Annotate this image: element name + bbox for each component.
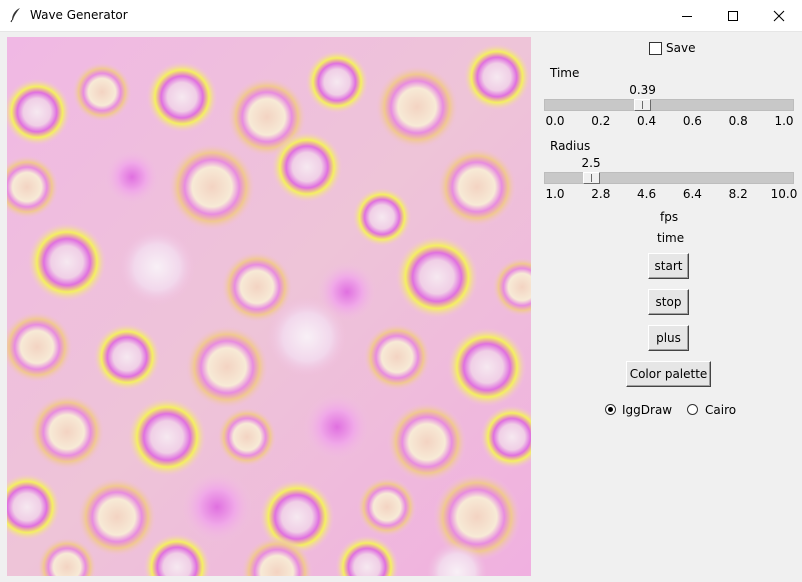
- wave-ring: [217, 407, 277, 467]
- time-readout-label: time: [657, 231, 685, 245]
- radius-value: 2.5: [581, 156, 601, 170]
- wave-ring: [27, 222, 107, 302]
- wave-ring: [375, 65, 459, 149]
- feather-icon: [9, 7, 23, 23]
- wave-ring: [29, 394, 105, 470]
- time-tick-label: 0.4: [637, 114, 657, 128]
- radio-iggdraw[interactable]: [605, 404, 616, 415]
- wave-ring: [185, 325, 269, 409]
- wave-ring: [437, 147, 517, 227]
- wave-canvas[interactable]: [7, 37, 531, 576]
- radio-cairo-label: Cairo: [705, 403, 737, 417]
- time-label: Time: [550, 66, 580, 80]
- wave-ring: [363, 323, 431, 391]
- fps-label: fps: [660, 210, 679, 224]
- stop-button[interactable]: stop: [648, 289, 689, 315]
- maximize-button[interactable]: [710, 0, 756, 31]
- time-tick-label: 0.2: [591, 114, 611, 128]
- minimize-icon: [682, 15, 692, 17]
- radio-cairo[interactable]: [687, 404, 698, 415]
- close-icon: [773, 10, 785, 21]
- radius-slider-thumb[interactable]: [582, 172, 600, 184]
- wave-ring: [395, 235, 479, 319]
- wave-ring: [447, 327, 527, 407]
- wave-ring: [181, 471, 253, 543]
- wave-ring: [303, 393, 371, 461]
- radius-tick-label: 10.0: [770, 187, 798, 201]
- wave-ring: [104, 149, 160, 205]
- wave-ring: [267, 297, 347, 377]
- radius-tick-label: 4.6: [637, 187, 657, 201]
- time-value: 0.39: [629, 83, 656, 97]
- wave-ring: [93, 323, 161, 391]
- time-tick-label: 1.0: [774, 114, 794, 128]
- time-tick-label: 0.8: [728, 114, 748, 128]
- radius-tick-label: 1.0: [545, 187, 565, 201]
- maximize-icon: [728, 10, 738, 21]
- window-title: Wave Generator: [30, 8, 128, 22]
- minimize-button[interactable]: [664, 0, 710, 31]
- wave-ring: [146, 61, 218, 133]
- wave-ring: [72, 62, 132, 122]
- wave-ring: [305, 50, 369, 114]
- wave-ring: [463, 43, 531, 111]
- wave-ring: [352, 187, 412, 247]
- radius-tick-label: 2.8: [591, 187, 611, 201]
- wave-ring: [168, 143, 256, 231]
- time-tick-label: 0.0: [545, 114, 565, 128]
- wave-ring: [271, 131, 343, 203]
- wave-ring: [357, 477, 417, 537]
- wave-ring: [77, 477, 157, 557]
- wave-ring: [119, 229, 195, 305]
- radius-tick-label: 8.2: [728, 187, 748, 201]
- time-slider-thumb[interactable]: [634, 99, 652, 111]
- time-tick-label: 0.6: [682, 114, 702, 128]
- wave-image: [7, 37, 531, 576]
- radius-slider[interactable]: [544, 172, 794, 184]
- save-label: Save: [666, 41, 696, 55]
- color-palette-button[interactable]: Color palette: [626, 361, 711, 387]
- wave-ring: [127, 397, 207, 477]
- save-checkbox[interactable]: [649, 42, 662, 55]
- plus-button[interactable]: plus: [648, 325, 689, 351]
- wave-ring: [387, 402, 467, 482]
- radio-iggdraw-label: IggDraw: [622, 403, 673, 417]
- start-button[interactable]: start: [648, 253, 689, 279]
- close-button[interactable]: [756, 0, 802, 31]
- radius-tick-label: 6.4: [682, 187, 702, 201]
- time-slider[interactable]: [544, 99, 794, 111]
- radius-label: Radius: [550, 139, 591, 153]
- title-bar: Wave Generator: [0, 0, 802, 32]
